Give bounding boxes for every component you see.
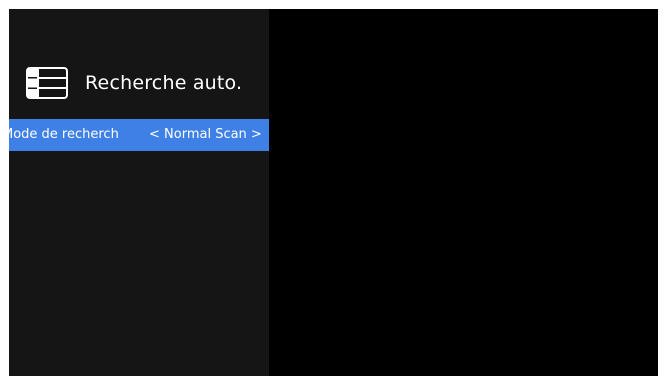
panel-title: Recherche auto. bbox=[85, 72, 243, 94]
auto-search-panel: Recherche auto. Mode de recherch < Norma… bbox=[9, 9, 269, 376]
menu-item-label: Mode de recherch bbox=[9, 127, 119, 142]
tv-screen: Recherche auto. Mode de recherch < Norma… bbox=[9, 9, 658, 376]
search-mode-selector[interactable]: < Normal Scan > bbox=[149, 119, 262, 151]
panel-header: Recherche auto. bbox=[26, 67, 242, 99]
list-menu-icon bbox=[26, 67, 68, 99]
menu-item-search-mode[interactable]: Mode de recherch < Normal Scan > bbox=[9, 119, 269, 151]
